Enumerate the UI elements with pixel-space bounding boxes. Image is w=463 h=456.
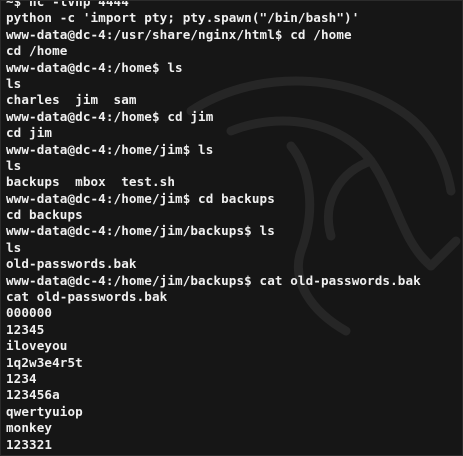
terminal-line: python -c 'import pty; pty.spawn("/bin/b… [6,10,360,26]
terminal-line: cat old-passwords.bak [6,289,168,305]
terminal-line: www-data@dc-4:/home$ ls [6,59,183,75]
terminal-line: www-data@dc-4:/home$ cd jim [6,108,214,124]
terminal-line: cd backups [6,207,83,223]
terminal-line: ls [6,75,22,91]
terminal-line: monkey [6,420,53,436]
terminal-line: backups mbox test.sh [6,174,176,190]
terminal-line: www-data@dc-4:/home/jim/backups$ cat old… [6,272,421,288]
terminal-line: cd /home [6,43,68,59]
terminal-line: 1q2w3e4r5t [6,354,83,370]
terminal-line: www-data@dc-4:/home/jim/backups$ ls [6,223,275,239]
terminal-window[interactable]: ~$ nc -lvnp 4444 python -c 'import pty; p… [0,0,463,456]
terminal-line: 123321 [6,436,53,452]
terminal-line: www-data@dc-4:/home/jim$ ls [6,141,214,157]
terminal-line: ls [6,157,22,173]
terminal-line: 1234 [6,370,37,386]
terminal-line: ~$ nc -lvnp 4444 [6,0,129,9]
terminal-line: iloveyou [6,338,68,354]
terminal-line: www-data@dc-4:/home/jim$ cd backups [6,190,275,206]
terminal-line: 123456a [6,387,60,403]
terminal-output: ~$ nc -lvnp 4444 python -c 'import pty; p… [6,0,421,455]
terminal-line: charles jim sam [6,92,137,108]
terminal-line: qwertyuiop [6,403,83,419]
terminal-line: 12345 [6,321,45,337]
terminal-line: cd jim [6,125,53,141]
terminal-line: 000000 [6,305,53,321]
terminal-line: old-passwords.bak [6,256,137,272]
terminal-line: ls [6,239,22,255]
terminal-line: www-data@dc-4:/usr/share/nginx/html$ cd … [6,26,352,42]
